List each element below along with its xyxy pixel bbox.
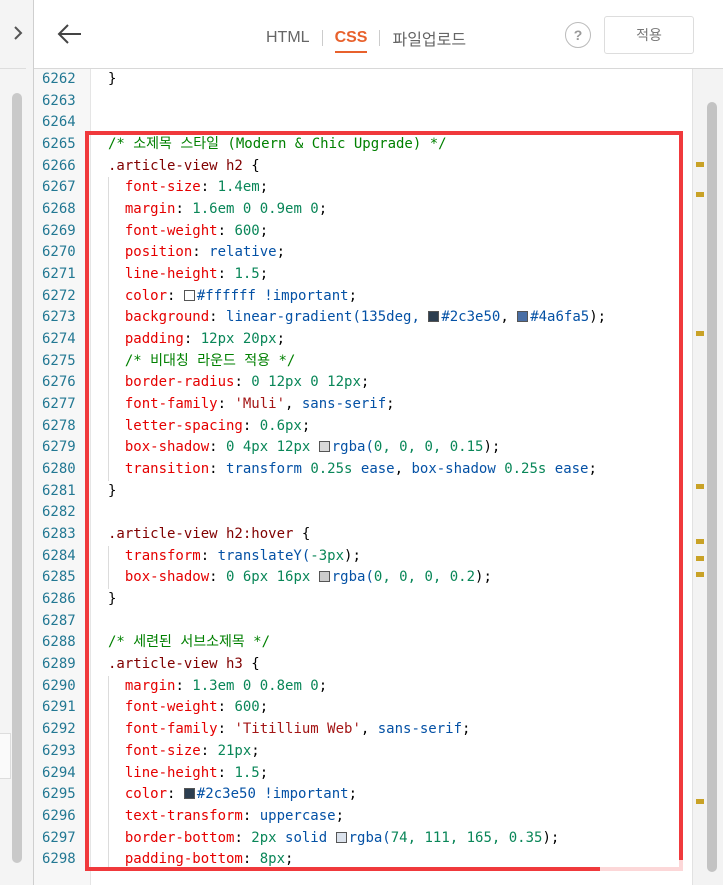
overview-ruler <box>692 69 723 885</box>
line-number: 6289 <box>42 656 76 673</box>
line-number: 6288 <box>42 634 76 651</box>
line-number: 6271 <box>42 266 76 283</box>
apply-button[interactable]: 적용 <box>604 16 694 54</box>
tab-file-upload[interactable]: 파일업로드 <box>392 26 466 50</box>
line-number: 6278 <box>42 417 76 434</box>
line-number: 6275 <box>42 352 76 369</box>
ruler-mark <box>696 572 704 577</box>
code-line: 6262} <box>34 69 709 91</box>
line-number: 6262 <box>42 71 76 87</box>
vertical-scrollbar[interactable] <box>707 102 717 872</box>
ruler-mark <box>696 162 704 167</box>
line-number: 6279 <box>42 439 76 456</box>
line-number: 6277 <box>42 396 76 413</box>
ruler-mark <box>696 192 704 197</box>
left-panel-strip <box>0 0 34 885</box>
line-number: 6283 <box>42 526 76 543</box>
ruler-mark <box>696 539 704 544</box>
line-number: 6296 <box>42 807 76 824</box>
line-number: 6290 <box>42 677 76 694</box>
line-number: 6281 <box>42 482 76 499</box>
line-number: 6267 <box>42 179 76 196</box>
ruler-mark <box>696 556 704 561</box>
line-number: 6295 <box>42 786 76 803</box>
chevron-right-icon[interactable] <box>8 22 28 44</box>
mode-tabs: HTML CSS 파일업로드 <box>266 26 466 53</box>
line-number: 6276 <box>42 374 76 391</box>
line-number: 6264 <box>42 114 76 131</box>
line-number: 6294 <box>42 764 76 781</box>
left-divider <box>0 68 26 69</box>
line-number: 6269 <box>42 222 76 239</box>
ruler-mark <box>696 799 704 804</box>
highlight-box <box>85 131 683 871</box>
code-text: } <box>108 69 116 91</box>
line-number: 6266 <box>42 157 76 174</box>
ruler-mark <box>696 331 704 336</box>
tab-html[interactable]: HTML <box>266 29 310 47</box>
tab-css[interactable]: CSS <box>334 29 367 53</box>
line-number: 6293 <box>42 742 76 759</box>
line-number: 6286 <box>42 591 76 608</box>
line-number: 6274 <box>42 331 76 348</box>
line-number: 6268 <box>42 201 76 218</box>
help-icon[interactable]: ? <box>565 22 591 48</box>
line-number: 6298 <box>42 851 76 868</box>
line-number: 6287 <box>42 612 76 629</box>
left-panel-box <box>0 733 11 779</box>
line-number: 6265 <box>42 136 76 153</box>
line-number: 6291 <box>42 699 76 716</box>
left-scrollbar[interactable] <box>12 93 22 863</box>
ruler-mark <box>696 484 704 489</box>
line-number: 6272 <box>42 287 76 304</box>
tab-divider <box>379 30 381 46</box>
line-number: 6282 <box>42 504 76 521</box>
back-arrow-icon[interactable] <box>56 20 84 48</box>
line-number: 6280 <box>42 461 76 478</box>
line-number: 6284 <box>42 547 76 564</box>
code-line: 6263 <box>34 91 709 113</box>
tab-divider <box>321 30 323 46</box>
line-number: 6292 <box>42 721 76 738</box>
editor-header: HTML CSS 파일업로드 ? 적용 <box>34 0 723 69</box>
watermark-overlay <box>600 860 688 878</box>
line-number: 6263 <box>42 92 76 109</box>
line-number: 6273 <box>42 309 76 326</box>
line-number: 6297 <box>42 829 76 846</box>
code-token: } <box>108 71 117 87</box>
line-number: 6270 <box>42 244 76 261</box>
line-number: 6285 <box>42 569 76 586</box>
